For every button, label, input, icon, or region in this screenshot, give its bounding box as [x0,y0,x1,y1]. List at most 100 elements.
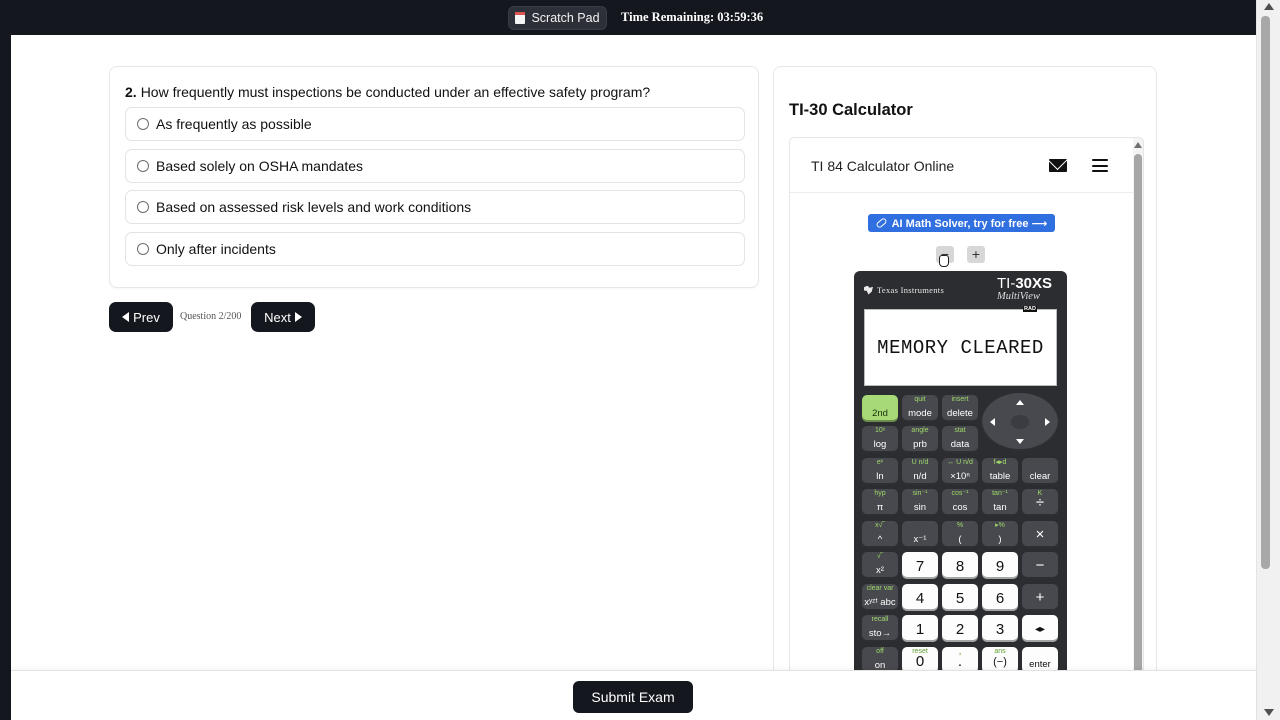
calculator-embed: TI 84 Calculator Online AI Math Solver, … [789,137,1144,697]
model-prefix: TI- [997,275,1016,292]
key-delete[interactable]: insert delete [942,395,978,422]
model-name: TI-30XS [997,275,1052,292]
key-pi[interactable]: hyp π [862,489,898,516]
angle-mode-indicator: RAD [1023,306,1037,312]
key-log[interactable]: 10ˣ log [862,426,898,453]
model-number: 30XS [1015,275,1053,292]
key-ln[interactable]: eˣ ln [862,458,898,485]
key-4[interactable]: 4 [902,584,938,611]
radio-button[interactable] [137,160,149,172]
next-label: Next [264,309,291,325]
key-right-paren[interactable]: ▸%) [982,521,1018,548]
key-variable[interactable]: clear var xʸᶻᵗ abc [862,584,898,611]
question-number: 2. [125,84,137,100]
calculator-panel: TI-30 Calculator TI 84 Calculator Online… [773,66,1157,697]
direction-pad[interactable] [982,393,1058,451]
ai-math-solver-label: AI Math Solver, try for free ⟶ [891,217,1048,230]
answer-option-label: Based on assessed risk levels and work c… [156,199,472,215]
bottom-bar: Submit Exam [11,670,1256,720]
link-icon [874,217,888,229]
key-reciprocal[interactable]: x⁻¹ [902,521,938,548]
embed-scrollbar[interactable] [1133,138,1143,696]
triangle-right-icon [294,312,302,322]
left-edge-strip [0,0,11,720]
question-prompt: How frequently must inspections be condu… [140,84,651,100]
key-clear[interactable]: clear [1022,458,1058,485]
prev-label: Prev [133,309,160,325]
scroll-down-arrow-icon[interactable] [1264,709,1274,716]
key-plus[interactable]: + [1022,584,1058,611]
hamburger-menu-icon[interactable] [1092,159,1108,172]
time-remaining: Time Remaining: 03:59:36 [621,10,764,24]
key-sin[interactable]: sin⁻¹ sin [902,489,938,516]
submit-exam-button[interactable]: Submit Exam [573,681,693,713]
question-text: 2. How frequently must inspections be con… [125,84,650,100]
key-5[interactable]: 5 [942,584,978,611]
zoom-in-button[interactable]: + [967,246,985,263]
key-cos[interactable]: cos⁻¹ cos [942,489,978,516]
embed-scroll-up-icon[interactable] [1134,142,1142,148]
radio-button[interactable] [137,243,149,255]
scratch-pad-button[interactable]: Scratch Pad [508,6,607,30]
answer-option-3[interactable]: Based on assessed risk levels and work c… [125,190,745,224]
key-divide[interactable]: K ÷ [1022,489,1058,516]
key-table[interactable]: f◂▸d table [982,458,1018,485]
mail-icon[interactable] [1049,159,1067,172]
question-card: 2. How frequently must inspections be con… [109,66,759,288]
scratch-pad-label: Scratch Pad [531,11,600,25]
key-x10n[interactable]: ↔ U n/d ×10ⁿ [942,458,978,485]
calculator-display: MEMORY CLEARED [864,309,1057,386]
arrow-down-icon[interactable] [1016,439,1024,444]
answer-option-4[interactable]: Only after incidents [125,232,745,266]
answer-option-label: As frequently as possible [156,116,312,132]
radio-button[interactable] [137,118,149,130]
key-8[interactable]: 8 [942,552,978,579]
triangle-left-icon [122,312,130,322]
scrollbar-thumb[interactable] [1261,16,1270,569]
key-9[interactable]: 9 [982,552,1018,579]
display-text: MEMORY CLEARED [877,336,1044,359]
key-prb[interactable]: angle prb [902,426,938,453]
radio-button[interactable] [137,201,149,213]
key-data[interactable]: stat data [942,426,978,453]
key-power[interactable]: x√‾ ^ [862,521,898,548]
hand-cursor-icon [939,255,949,267]
key-minus[interactable]: − [1022,552,1058,579]
key-store[interactable]: recall sto→ [862,615,898,642]
embed-scrollbar-thumb[interactable] [1134,154,1142,674]
key-left-paren[interactable]: %( [942,521,978,548]
notepad-icon [515,12,526,24]
key-mode[interactable]: quit mode [902,395,938,422]
texas-instruments-logo: Texas Instruments [864,285,944,295]
arrow-left-icon[interactable] [990,418,995,426]
key-3[interactable]: 3 [982,615,1018,642]
next-button[interactable]: Next [251,302,315,332]
key-2nd[interactable]: 2nd [862,395,898,422]
arrow-right-icon[interactable] [1045,418,1050,426]
question-counter: Question 2/200 [180,311,242,322]
arrow-up-icon[interactable] [1016,400,1024,405]
answer-option-1[interactable]: As frequently as possible [125,107,745,141]
key-toggle[interactable]: ◂▸ [1022,615,1058,642]
scroll-up-arrow-icon[interactable] [1264,3,1274,10]
answer-option-2[interactable]: Based solely on OSHA mandates [125,149,745,183]
answer-option-label: Based solely on OSHA mandates [156,158,364,174]
key-1[interactable]: 1 [902,615,938,642]
embed-title[interactable]: TI 84 Calculator Online [811,158,954,174]
key-square[interactable]: √‾ x² [862,552,898,579]
key-2[interactable]: 2 [942,615,978,642]
embed-header: TI 84 Calculator Online [790,138,1133,193]
top-bar: Scratch Pad Time Remaining: 03:59:36 [0,0,1256,35]
key-tan[interactable]: tan⁻¹ tan [982,489,1018,516]
model-subtitle: MultiView [997,291,1040,302]
prev-button[interactable]: Prev [109,302,173,332]
ti-30xs-calculator: Texas Instruments TI-30XS MultiView MEMO… [854,271,1067,696]
key-multiply[interactable]: × [1022,521,1058,548]
key-7[interactable]: 7 [902,552,938,579]
calculator-panel-title: TI-30 Calculator [789,101,913,119]
key-6[interactable]: 6 [982,584,1018,611]
page-scrollbar[interactable] [1256,0,1280,720]
ai-math-solver-link[interactable]: AI Math Solver, try for free ⟶ [868,214,1055,232]
key-fraction[interactable]: U n/d n/d [902,458,938,485]
dpad-center [1011,415,1029,429]
